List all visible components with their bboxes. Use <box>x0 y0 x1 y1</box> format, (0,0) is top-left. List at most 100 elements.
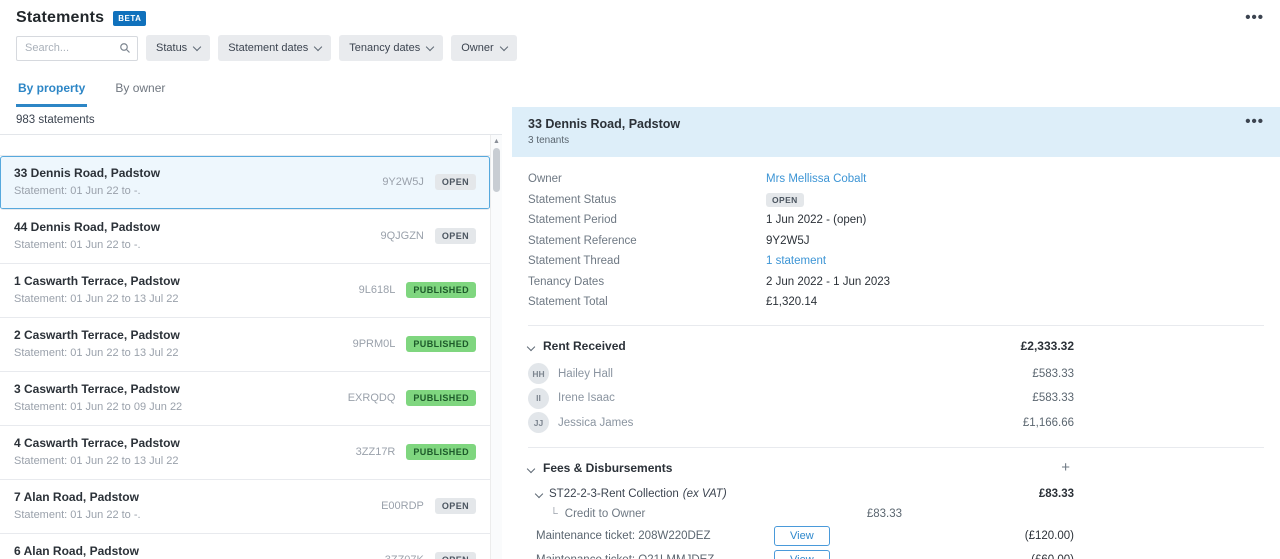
partial-list-item <box>0 135 490 156</box>
fee-group-amount: £83.33 <box>1039 488 1074 500</box>
status-badge: PUBLISHED <box>406 336 476 352</box>
tenant-avatar: HH <box>528 363 549 384</box>
filter-statement-dates-label: Statement dates <box>228 42 308 54</box>
filter-status[interactable]: Status <box>146 35 210 61</box>
tenant-row: II Irene Isaac £583.33 <box>528 386 1074 411</box>
tab-by-owner[interactable]: By owner <box>113 77 167 107</box>
add-fee-button[interactable]: + <box>1061 462 1070 474</box>
statement-detail-panel: 33 Dennis Road, Padstow 3 tenants ••• Ow… <box>512 107 1280 559</box>
tenant-name: Irene Isaac <box>558 392 615 404</box>
field-label: Statement Period <box>528 214 766 226</box>
filter-tenancy-dates[interactable]: Tenancy dates <box>339 35 443 61</box>
list-item-3-caswarth-terrace[interactable]: 3 Caswarth Terrace, Padstow Statement: 0… <box>0 372 490 426</box>
filter-owner[interactable]: Owner <box>451 35 516 61</box>
list-item-33-dennis-road[interactable]: 33 Dennis Road, Padstow Statement: 01 Ju… <box>0 156 490 210</box>
property-name: 4 Caswarth Terrace, Padstow <box>14 436 356 450</box>
list-item-1-caswarth-terrace[interactable]: 1 Caswarth Terrace, Padstow Statement: 0… <box>0 264 490 318</box>
collapse-rent-received-button[interactable] <box>528 339 543 353</box>
tenant-amount: £1,166.66 <box>1023 417 1074 429</box>
ellipsis-icon: ••• <box>1245 113 1264 130</box>
collapse-fee-group-button[interactable] <box>536 488 549 500</box>
list-item-2-caswarth-terrace[interactable]: 2 Caswarth Terrace, Padstow Statement: 0… <box>0 318 490 372</box>
status-badge: OPEN <box>435 174 476 190</box>
search-box <box>16 36 138 61</box>
statement-period: Statement: 01 Jun 22 to -. <box>14 185 382 197</box>
statement-thread-link[interactable]: 1 statement <box>766 255 826 267</box>
statement-period: Statement: 01 Jun 22 to 13 Jul 22 <box>14 347 353 359</box>
chevron-down-icon <box>499 42 507 50</box>
statement-status-badge: OPEN <box>766 193 804 207</box>
field-label: Statement Reference <box>528 235 766 247</box>
field-value: 9Y2W5J <box>766 235 809 247</box>
statement-period: Statement: 01 Jun 22 to 09 Jun 22 <box>14 401 348 413</box>
search-icon <box>119 42 131 54</box>
field-row-owner: Owner Mrs Mellissa Cobalt <box>528 169 1264 190</box>
plus-icon: + <box>1061 459 1070 476</box>
field-label: Statement Thread <box>528 255 766 267</box>
tenant-row: HH Hailey Hall £583.33 <box>528 362 1074 387</box>
filter-statement-dates[interactable]: Statement dates <box>218 35 331 61</box>
view-ticket-button[interactable]: View <box>774 526 830 546</box>
tenant-amount: £583.33 <box>1032 392 1074 404</box>
field-label: Statement Total <box>528 296 766 308</box>
field-row-tenancy-dates: Tenancy Dates 2 Jun 2022 - 1 Jun 2023 <box>528 272 1264 293</box>
detail-more-button[interactable]: ••• <box>1245 117 1264 127</box>
fee-group-label: ST22-2-3-Rent Collection <box>549 488 679 500</box>
fees-section: Fees & Disbursements + ST22-2-3-Rent Col… <box>528 448 1264 559</box>
statements-list-panel: 983 statements 33 Dennis Road, Padstow S… <box>0 107 502 559</box>
detail-header: 33 Dennis Road, Padstow 3 tenants ••• <box>512 107 1280 157</box>
chevron-down-icon <box>527 465 535 473</box>
top-bar: Statements BETA ••• <box>0 0 1280 31</box>
statement-reference: 9Y2W5J <box>382 176 424 188</box>
chevron-down-icon <box>527 342 535 350</box>
rent-received-section: Rent Received £2,333.32 HH Hailey Hall £… <box>528 326 1264 436</box>
property-name: 2 Caswarth Terrace, Padstow <box>14 328 353 342</box>
ellipsis-icon: ••• <box>1245 9 1264 26</box>
rent-received-total: £2,333.32 <box>1021 339 1074 353</box>
rent-received-label: Rent Received <box>543 339 626 353</box>
fees-header: Fees & Disbursements + <box>528 448 1074 484</box>
tenant-row: JJ Jessica James £1,166.66 <box>528 411 1074 436</box>
list-item-44-dennis-road[interactable]: 44 Dennis Road, Padstow Statement: 01 Ju… <box>0 210 490 264</box>
view-tabs: By property By owner <box>0 70 1280 107</box>
list-item-6-alan-road[interactable]: 6 Alan Road, Padstow Statement: 01 Jun 2… <box>0 534 490 559</box>
property-name: 7 Alan Road, Padstow <box>14 490 381 504</box>
field-row-statement-status: Statement Status OPEN <box>528 190 1264 211</box>
scroll-up-icon[interactable]: ▲ <box>493 135 500 146</box>
detail-body: Owner Mrs Mellissa Cobalt Statement Stat… <box>512 157 1280 559</box>
ticket-amount: (£60.00) <box>1031 554 1074 559</box>
statement-period: Statement: 01 Jun 22 to 13 Jul 22 <box>14 455 356 467</box>
statement-period: Statement: 01 Jun 22 to -. <box>14 239 380 251</box>
filter-status-label: Status <box>156 42 187 54</box>
field-label: Statement Status <box>528 194 766 206</box>
tab-by-property[interactable]: By property <box>16 77 87 107</box>
detail-fields: Owner Mrs Mellissa Cobalt Statement Stat… <box>528 169 1264 313</box>
scrollbar-thumb[interactable] <box>493 148 500 192</box>
detail-tenant-count: 3 tenants <box>528 135 680 146</box>
credit-amount: £83.33 <box>867 508 902 520</box>
owner-link[interactable]: Mrs Mellissa Cobalt <box>766 173 866 185</box>
collapse-fees-button[interactable] <box>528 461 543 475</box>
tenant-name: Jessica James <box>558 417 633 429</box>
chevron-down-icon <box>193 42 201 50</box>
field-value: 2 Jun 2022 - 1 Jun 2023 <box>766 276 890 288</box>
statement-reference: 3ZZ07K <box>385 554 424 559</box>
statement-reference: 9L618L <box>359 284 396 296</box>
property-name: 3 Caswarth Terrace, Padstow <box>14 382 348 396</box>
ticket-label: Maintenance ticket: 208W220DEZ <box>536 530 774 542</box>
status-badge: PUBLISHED <box>406 390 476 406</box>
property-name: 6 Alan Road, Padstow <box>14 544 385 558</box>
fee-group-row: ST22-2-3-Rent Collection (ex VAT) £83.33 <box>536 484 1074 504</box>
tenant-avatar: II <box>528 388 549 409</box>
beta-badge: BETA <box>113 11 146 26</box>
statement-period: Statement: 01 Jun 22 to 13 Jul 22 <box>14 293 359 305</box>
list-item-7-alan-road[interactable]: 7 Alan Road, Padstow Statement: 01 Jun 2… <box>0 480 490 534</box>
page-more-button[interactable]: ••• <box>1245 13 1264 23</box>
view-ticket-button[interactable]: View <box>774 550 830 559</box>
list-item-4-caswarth-terrace[interactable]: 4 Caswarth Terrace, Padstow Statement: 0… <box>0 426 490 480</box>
status-badge: PUBLISHED <box>406 444 476 460</box>
chevron-down-icon <box>535 490 543 498</box>
chevron-down-icon <box>314 42 322 50</box>
statement-reference: 3ZZ17R <box>356 446 396 458</box>
list-scrollbar[interactable]: ▲ ▼ <box>490 135 502 559</box>
